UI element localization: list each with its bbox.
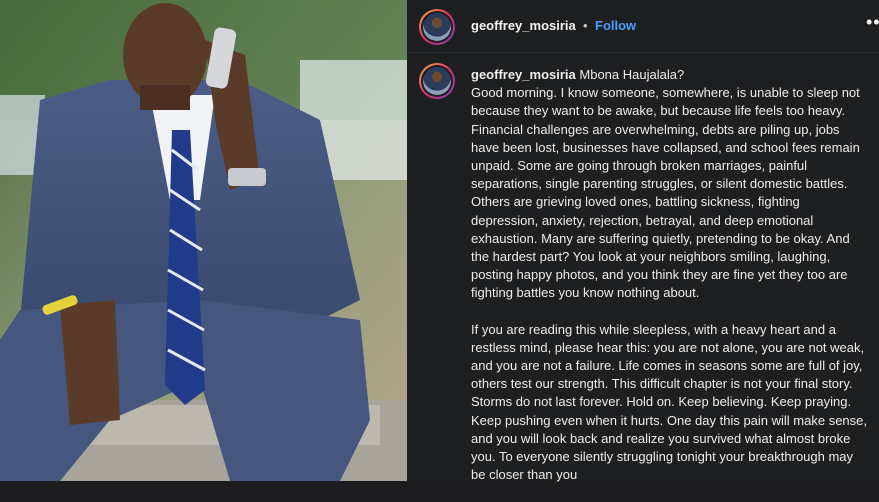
- caption-avatar[interactable]: [419, 63, 455, 99]
- caption: geoffrey_mosiria Mbona Haujalala? Good mo…: [471, 66, 869, 502]
- caption-title: Mbona Haujalala?: [579, 67, 685, 82]
- caption-paragraph-2: If you are reading this while sleepless,…: [471, 321, 868, 483]
- post-photo[interactable]: [0, 0, 407, 481]
- avatar[interactable]: [419, 9, 455, 45]
- header-username[interactable]: geoffrey_mosiria: [471, 18, 576, 33]
- more-horizontal-icon[interactable]: •••: [866, 12, 879, 33]
- post-panel: geoffrey_mosiria • Follow ••• geoffrey_m…: [407, 0, 879, 482]
- caption-username[interactable]: geoffrey_mosiria: [471, 67, 576, 82]
- caption-paragraph-1: geoffrey_mosiria Mbona Haujalala? Good mo…: [471, 66, 869, 303]
- photo-image: [0, 0, 407, 481]
- post-header: geoffrey_mosiria • Follow •••: [407, 0, 879, 53]
- follow-button[interactable]: Follow: [595, 18, 636, 33]
- separator-dot: •: [583, 18, 588, 33]
- caption-body-1: Good morning. I know someone, somewhere,…: [471, 85, 860, 301]
